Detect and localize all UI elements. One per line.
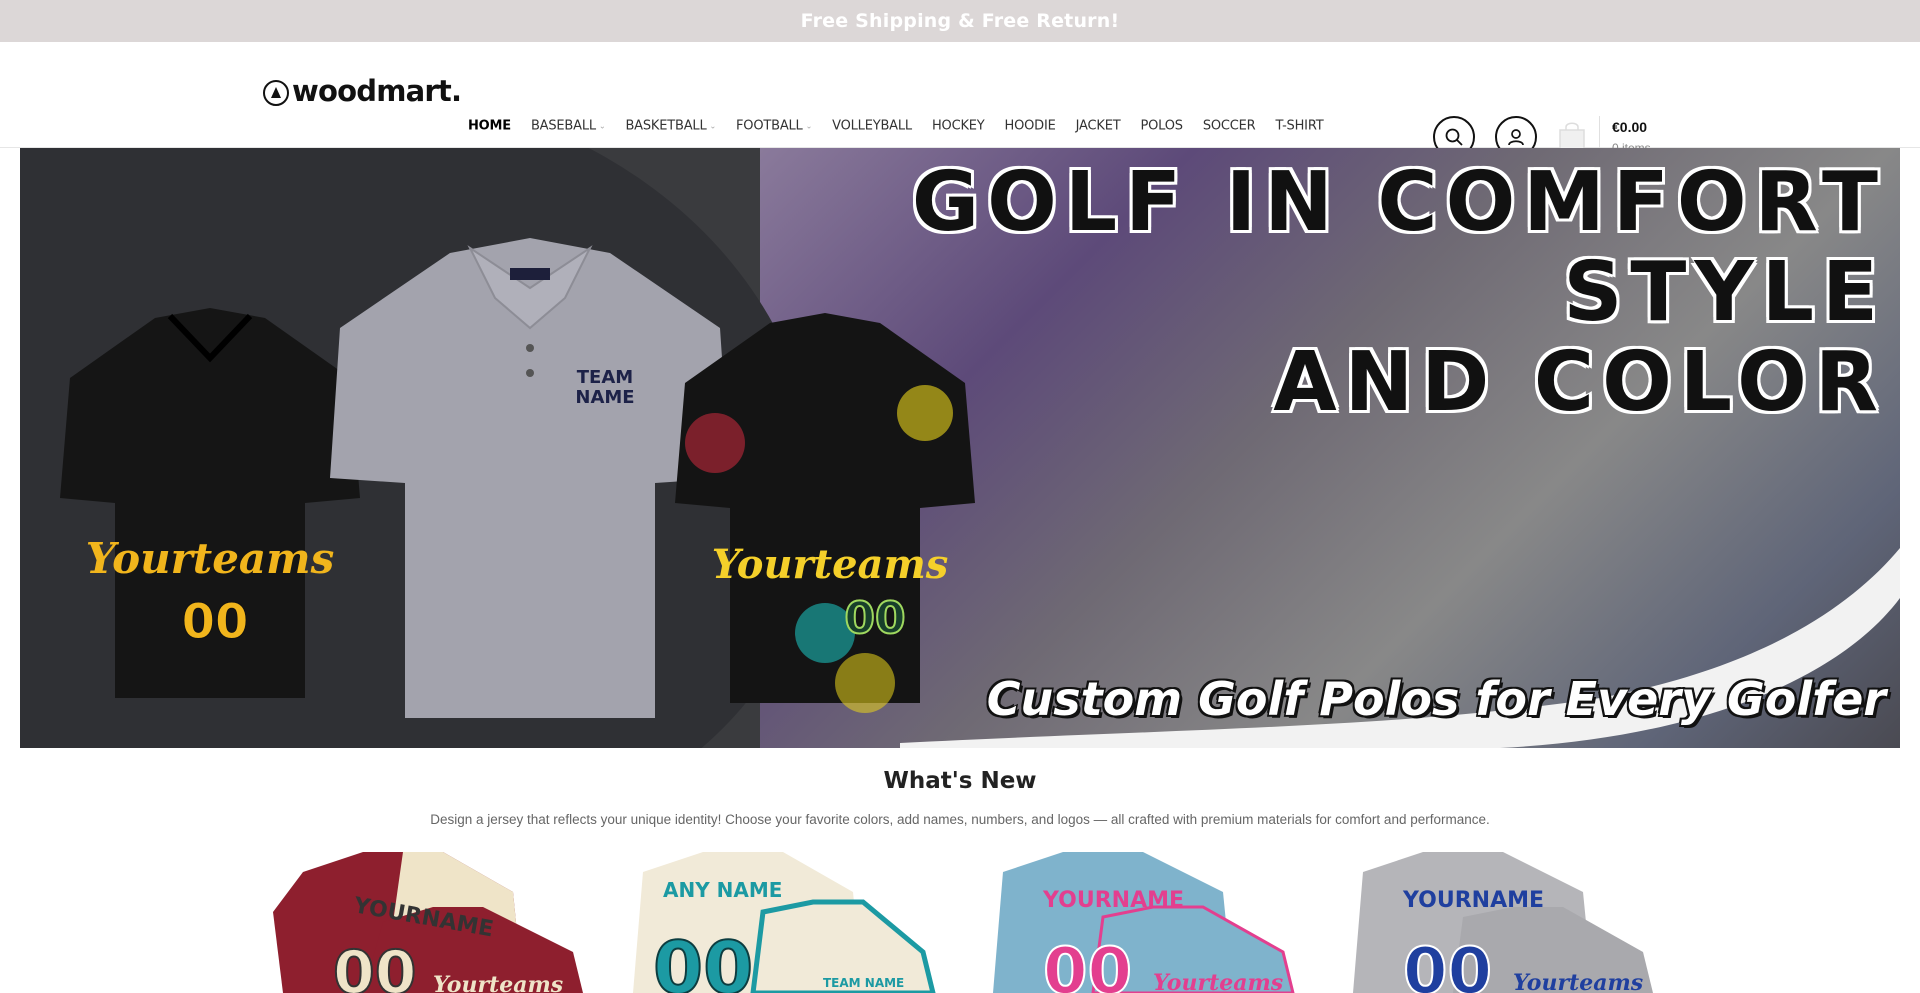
search-icon <box>1445 128 1463 146</box>
hero-tagline: Custom Golf Polos for Every Golfer <box>986 672 1886 726</box>
tree-logo-icon <box>263 80 289 106</box>
svg-text:ANY NAME: ANY NAME <box>663 878 782 902</box>
svg-text:Yourteams: Yourteams <box>1153 970 1283 993</box>
cart-total: €0.00 <box>1612 119 1648 135</box>
svg-text:NAME: NAME <box>575 387 634 408</box>
black-polo-image: Yourteams 00 <box>60 308 360 698</box>
product-grid: YOURNAME 00 Yourteams ANY NAME 00 TEAM N… <box>263 852 1663 993</box>
promo-bar: Free Shipping & Free Return! <box>0 0 1920 42</box>
svg-text:TEAM: TEAM <box>577 367 633 388</box>
site-header: woodmart. HOME BASEBALL ⌄ BASKETBALL ⌄ FOO… <box>0 42 1920 158</box>
user-icon <box>1508 129 1524 146</box>
chevron-down-icon: ⌄ <box>805 121 813 131</box>
nav-item-tshirt[interactable]: T-SHIRT <box>1276 119 1324 134</box>
svg-text:YOURNAME: YOURNAME <box>1042 888 1184 913</box>
nav-item-basketball[interactable]: BASKETBALL ⌄ <box>625 119 716 134</box>
svg-text:00: 00 <box>844 593 905 644</box>
logo-text: woodmart. <box>292 74 462 108</box>
product-card[interactable]: YOURNAME 00 Yourteams <box>1343 852 1663 993</box>
product-card[interactable]: YOURNAME 00 Yourteams <box>983 852 1303 993</box>
svg-text:YOURNAME: YOURNAME <box>1402 888 1544 913</box>
nav-item-polos[interactable]: POLOS <box>1140 119 1183 134</box>
product-card[interactable]: YOURNAME 00 Yourteams <box>263 852 583 993</box>
grey-polo-image: TEAM NAME <box>330 238 730 718</box>
section-title: What's New <box>883 768 1037 794</box>
chevron-down-icon: ⌄ <box>598 121 606 131</box>
chevron-down-icon: ⌄ <box>709 121 717 131</box>
svg-text:TEAM NAME: TEAM NAME <box>823 976 904 990</box>
hero-banner[interactable]: Yourteams 00 TEAM NAME Yourteams 00 GOLF… <box>20 148 1900 748</box>
svg-text:Yourteams: Yourteams <box>1513 970 1643 993</box>
site-logo[interactable]: woodmart. <box>263 74 462 108</box>
nav-item-hoodie[interactable]: HOODIE <box>1005 119 1056 134</box>
svg-text:00: 00 <box>182 594 249 650</box>
nav-item-baseball[interactable]: BASEBALL ⌄ <box>531 119 606 134</box>
svg-text:00: 00 <box>653 926 753 993</box>
svg-text:Yourteams: Yourteams <box>86 534 334 583</box>
hero-headline: GOLF IN COMFORT STYLE AND COLOR <box>911 155 1886 430</box>
nav-item-soccer[interactable]: SOCCER <box>1203 119 1256 134</box>
svg-text:00: 00 <box>1043 935 1132 993</box>
product-image: YOURNAME 00 Yourteams <box>273 852 583 993</box>
nav-item-volleyball[interactable]: VOLLEYBALL <box>832 119 912 134</box>
nav-item-football[interactable]: FOOTBALL ⌄ <box>736 119 812 134</box>
product-card[interactable]: ANY NAME 00 TEAM NAME <box>623 852 943 993</box>
product-image: YOURNAME 00 Yourteams <box>1353 852 1653 993</box>
whats-new-section: What's New Design a jersey that reflects… <box>0 768 1920 827</box>
main-nav: HOME BASEBALL ⌄ BASKETBALL ⌄ FOOTBALL ⌄ VOL… <box>468 119 1343 134</box>
svg-text:00: 00 <box>1403 935 1492 993</box>
section-description: Design a jersey that reflects your uniqu… <box>430 812 1490 827</box>
nav-item-home[interactable]: HOME <box>468 119 511 134</box>
product-image: YOURNAME 00 Yourteams <box>993 852 1295 993</box>
svg-text:00: 00 <box>333 938 417 993</box>
svg-text:Yourteams: Yourteams <box>433 972 563 993</box>
nav-item-jacket[interactable]: JACKET <box>1076 119 1121 134</box>
product-image: ANY NAME 00 TEAM NAME <box>633 852 936 993</box>
nav-item-hockey[interactable]: HOCKEY <box>932 119 985 134</box>
promo-text: Free Shipping & Free Return! <box>800 10 1120 32</box>
